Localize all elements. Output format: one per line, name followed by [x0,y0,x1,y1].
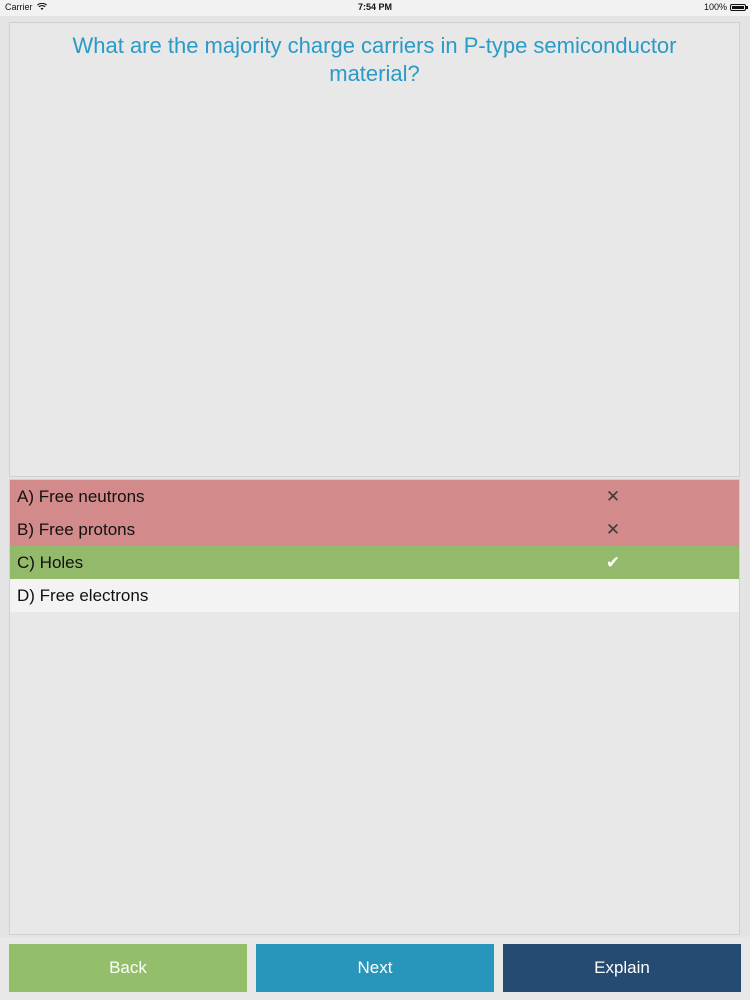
bottom-toolbar: Back Next Explain [0,937,750,1000]
battery-percent: 100% [703,2,727,12]
back-button[interactable]: Back [9,944,247,992]
cross-icon: ✕ [605,487,621,506]
answer-label: D) Free electrons [17,586,149,605]
answer-label: A) Free neutrons [17,487,145,506]
question-text: What are the majority charge carriers in… [72,33,677,86]
answer-option-b[interactable]: B) Free protons ✕ [10,513,739,546]
status-right: 100% [703,2,748,12]
next-button[interactable]: Next [256,944,494,992]
answer-option-a[interactable]: A) Free neutrons ✕ [10,480,739,513]
status-bar: Carrier 7:54 PM 100% [0,0,750,16]
answers-panel: A) Free neutrons ✕ B) Free protons ✕ C) … [9,479,740,935]
battery-icon [730,3,748,11]
explain-button[interactable]: Explain [503,944,741,992]
status-time: 7:54 PM [357,2,392,12]
answer-option-c[interactable]: C) Holes ✔ [10,546,739,579]
answer-label: B) Free protons [17,520,136,539]
check-icon: ✔ [605,553,621,572]
answer-option-d[interactable]: D) Free electrons [10,579,739,612]
cross-icon: ✕ [605,520,621,539]
answer-label: C) Holes [17,553,84,572]
question-panel: What are the majority charge carriers in… [9,22,740,477]
